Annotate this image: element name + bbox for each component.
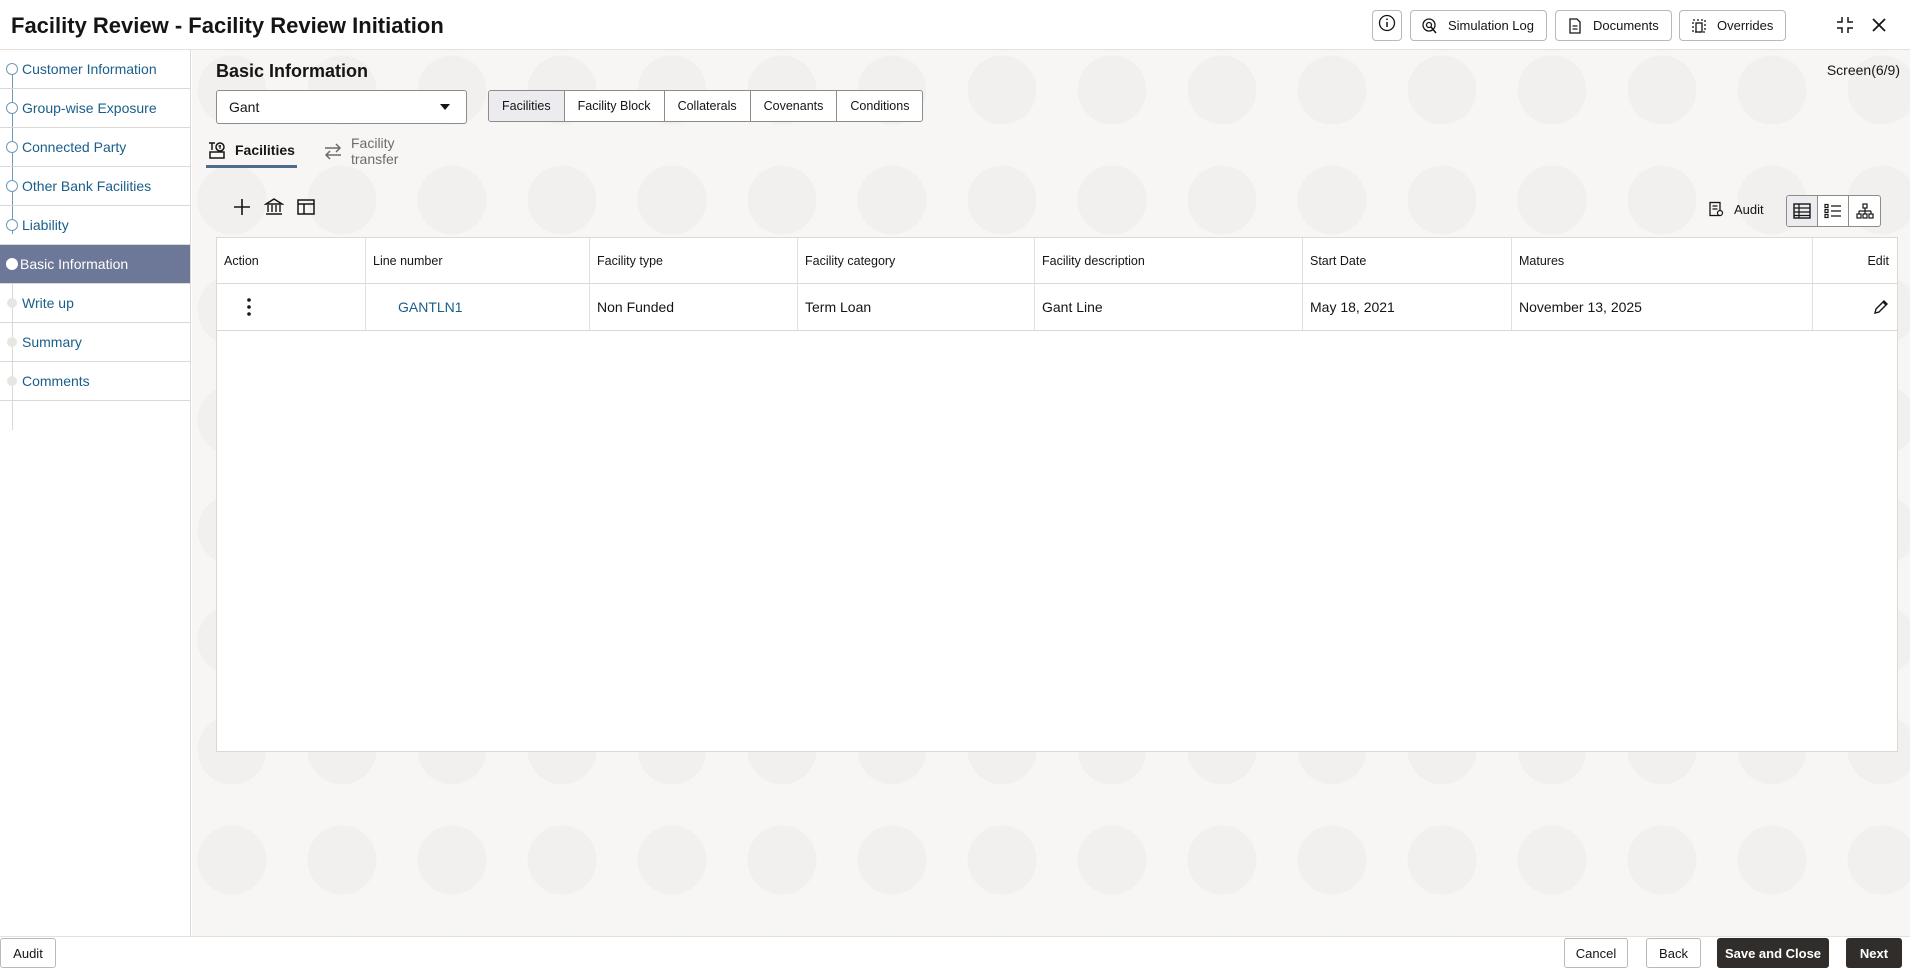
- table-header-row: Action Line number Facility type Facilit…: [217, 238, 1897, 284]
- tab-facility-transfer[interactable]: Facility transfer: [322, 134, 398, 168]
- sidebar-item-label: Comments: [22, 373, 90, 389]
- documents-label: Documents: [1593, 18, 1659, 33]
- tab-facility-transfer-label: Facility transfer: [351, 135, 399, 167]
- check-circle-icon: [6, 219, 18, 231]
- tab-facilities-label: Facilities: [235, 141, 295, 158]
- audit-button[interactable]: Audit: [0, 938, 56, 968]
- line-number-cell: GANTLN1: [366, 284, 590, 330]
- segment-conditions[interactable]: Conditions: [837, 91, 922, 121]
- simulation-log-button[interactable]: Simulation Log: [1410, 10, 1547, 41]
- caret-down-icon: [440, 104, 450, 110]
- main-content: Basic Information Screen(6/9) Gant Facil…: [192, 50, 1910, 936]
- list-view-icon[interactable]: [1818, 196, 1849, 226]
- overrides-label: Overrides: [1717, 18, 1774, 33]
- sidebar-item-customer-information[interactable]: Customer Information: [0, 50, 190, 89]
- check-circle-icon: [6, 102, 18, 114]
- sidebar-item-label: Write up: [22, 295, 74, 311]
- sidebar-item-other-bank-facilities[interactable]: Other Bank Facilities: [0, 167, 190, 206]
- current-step-icon: [6, 258, 18, 270]
- sidebar-item-liability[interactable]: Liability: [0, 206, 190, 245]
- column-header-facility-category[interactable]: Facility category: [798, 238, 1035, 283]
- table-row: GANTLN1 Non Funded Term Loan Gant Line M…: [217, 284, 1897, 331]
- sidebar-item-write-up[interactable]: Write up: [0, 284, 190, 323]
- segment-facility-block[interactable]: Facility Block: [565, 91, 665, 121]
- add-icon[interactable]: [230, 195, 254, 219]
- cancel-button[interactable]: Cancel: [1564, 938, 1628, 968]
- column-header-facility-description[interactable]: Facility description: [1035, 238, 1303, 283]
- table-view-icon[interactable]: [1787, 196, 1818, 226]
- audit-toolbar-label: Audit: [1734, 201, 1764, 217]
- bank-icon[interactable]: [262, 195, 286, 219]
- overrides-icon: [1690, 17, 1708, 35]
- more-vertical-icon[interactable]: [246, 297, 252, 317]
- sidebar-nav: Customer Information Group-wise Exposure…: [0, 50, 191, 936]
- facilities-icon: [206, 140, 228, 160]
- tab-facilities[interactable]: Facilities: [206, 134, 297, 168]
- view-switcher: [1786, 195, 1881, 227]
- simulation-icon: [1421, 17, 1439, 35]
- overrides-button[interactable]: Overrides: [1679, 10, 1787, 41]
- document-icon: [1566, 17, 1584, 35]
- column-header-start-date[interactable]: Start Date: [1303, 238, 1512, 283]
- back-button[interactable]: Back: [1646, 938, 1701, 968]
- sidebar-item-label: Group-wise Exposure: [22, 100, 157, 116]
- check-circle-icon: [6, 141, 18, 153]
- transfer-icon: [322, 141, 344, 161]
- layout-icon[interactable]: [294, 195, 318, 219]
- pending-step-icon: [7, 337, 17, 347]
- next-button[interactable]: Next: [1846, 938, 1902, 968]
- sidebar-item-comments[interactable]: Comments: [0, 362, 190, 401]
- screen-indicator: Screen(6/9): [1826, 62, 1900, 78]
- sidebar-item-label: Customer Information: [22, 61, 157, 77]
- hierarchy-view-icon[interactable]: [1849, 196, 1880, 226]
- info-icon: [1378, 14, 1396, 37]
- customer-select-value: Gant: [229, 99, 260, 115]
- column-header-matures[interactable]: Matures: [1512, 238, 1813, 283]
- sidebar-item-connected-party[interactable]: Connected Party: [0, 128, 190, 167]
- sidebar-item-label: Basic Information: [20, 256, 129, 272]
- save-and-close-button[interactable]: Save and Close: [1717, 938, 1829, 968]
- segment-collaterals[interactable]: Collaterals: [665, 91, 751, 121]
- column-header-action: Action: [217, 238, 366, 283]
- footer-bar: Audit Cancel Back Save and Close Next: [0, 936, 1910, 969]
- facility-description-cell: Gant Line: [1035, 284, 1303, 330]
- start-date-cell: May 18, 2021: [1303, 284, 1512, 330]
- section-segmented-control: Facilities Facility Block Collaterals Co…: [488, 90, 924, 122]
- facilities-table: Action Line number Facility type Facilit…: [216, 237, 1898, 752]
- header-bar: Facility Review - Facility Review Initia…: [0, 0, 1910, 50]
- sidebar-item-label: Other Bank Facilities: [22, 178, 152, 194]
- line-number-link[interactable]: GANTLN1: [398, 299, 463, 315]
- audit-icon: [1708, 201, 1724, 217]
- close-icon[interactable]: [1868, 14, 1890, 36]
- sidebar-item-label: Summary: [22, 334, 82, 350]
- info-button[interactable]: [1372, 10, 1402, 41]
- section-title: Basic Information: [216, 61, 369, 81]
- collapse-icon[interactable]: [1834, 14, 1856, 36]
- simulation-log-label: Simulation Log: [1448, 18, 1534, 33]
- page-title: Facility Review - Facility Review Initia…: [11, 13, 444, 38]
- sidebar-item-label: Liability: [22, 217, 69, 233]
- action-cell: [217, 284, 366, 330]
- column-header-line-number[interactable]: Line number: [366, 238, 590, 283]
- sidebar-item-group-wise-exposure[interactable]: Group-wise Exposure: [0, 89, 190, 128]
- pending-step-icon: [7, 298, 17, 308]
- check-circle-icon: [6, 63, 18, 75]
- sidebar-item-label: Connected Party: [22, 139, 127, 155]
- edit-pencil-icon[interactable]: [1873, 299, 1889, 315]
- sidebar-item-basic-information[interactable]: Basic Information: [0, 245, 190, 284]
- check-circle-icon: [6, 180, 18, 192]
- matures-cell: November 13, 2025: [1512, 284, 1813, 330]
- segment-covenants[interactable]: Covenants: [751, 91, 838, 121]
- documents-button[interactable]: Documents: [1555, 10, 1672, 41]
- edit-cell: [1813, 284, 1897, 330]
- sidebar-item-summary[interactable]: Summary: [0, 323, 190, 362]
- facility-category-cell: Term Loan: [798, 284, 1035, 330]
- segment-facilities[interactable]: Facilities: [489, 91, 565, 121]
- audit-toolbar-button[interactable]: Audit: [1708, 201, 1764, 217]
- column-header-facility-type[interactable]: Facility type: [590, 238, 798, 283]
- customer-select[interactable]: Gant: [216, 90, 467, 124]
- facility-type-cell: Non Funded: [590, 284, 798, 330]
- column-header-edit: Edit: [1867, 253, 1889, 268]
- pending-step-icon: [7, 376, 17, 386]
